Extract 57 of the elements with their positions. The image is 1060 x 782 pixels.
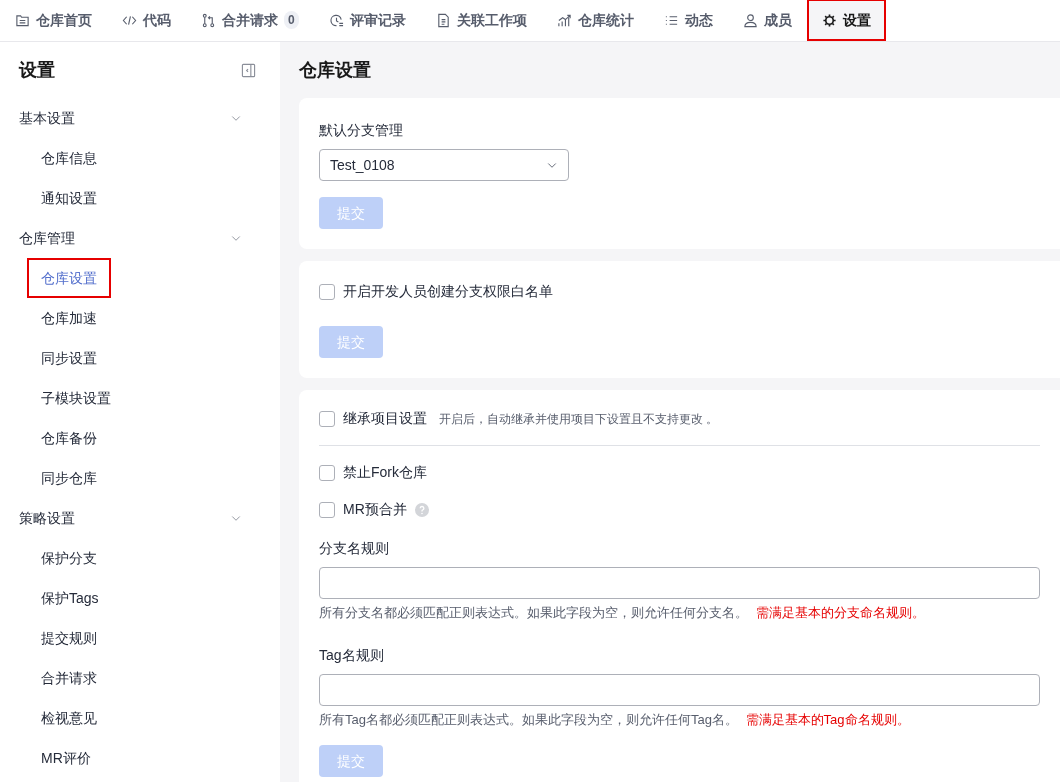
field-label: Tag名规则 <box>319 645 385 665</box>
tab[interactable]: 关联工作项 <box>420 0 542 41</box>
hint-text: 所有分支名都必须匹配正则表达式。如果此字段为空，则允许任何分支名。 需满足基本的分支命名规则。 <box>319 604 926 622</box>
tab[interactable]: 评审记录 <box>313 0 421 41</box>
hint-text: 所有Tag名都必须匹配正则表达式。如果此字段为空，则允许任何Tag名。 需满足基本的Tag命名规则。 <box>319 710 911 729</box>
text-input[interactable] <box>319 673 1040 706</box>
sidebar-item[interactable]: MR评价 <box>27 738 105 778</box>
text-input[interactable] <box>319 567 1040 599</box>
user-icon <box>742 12 758 28</box>
sidebar-item[interactable]: 仓库设置 <box>27 258 111 298</box>
field-label: 分支名规则 <box>319 539 390 558</box>
hint-text: 开启后，自动继承并使用项目下设置且不支持更改 。 <box>439 410 719 428</box>
tab[interactable]: 代码 <box>107 0 186 41</box>
tab[interactable]: 设置 <box>806 0 886 41</box>
rule-link[interactable]: 需满足基本的分支命名规则。 <box>755 605 925 620</box>
folder-icon <box>15 12 30 28</box>
sidebar-item[interactable]: 仓库信息 <box>27 138 111 178</box>
sidebar-item[interactable]: 同步设置 <box>27 338 111 378</box>
checkbox-label: 开启开发人员创建分支权限白名单 <box>343 282 553 301</box>
page-title: 仓库设置 <box>299 58 372 82</box>
sidebar-item[interactable]: 子模块设置 <box>27 378 125 418</box>
document-icon <box>435 12 451 28</box>
sidebar-title: 设置 <box>19 58 55 82</box>
tab[interactable]: 仓库首页 <box>0 0 107 41</box>
sidebar-item[interactable]: 提交规则 <box>27 618 111 658</box>
rule-link[interactable]: 需满足基本的Tag命名规则。 <box>745 711 910 727</box>
count-badge: 0 <box>284 11 299 29</box>
branch-select[interactable]: Test_0108 <box>319 149 569 181</box>
sidebar-item[interactable]: 仓库加速 <box>27 298 111 338</box>
sidebar-item[interactable]: 仓库备份 <box>27 418 111 458</box>
sidebar-item[interactable]: 保护Tags <box>27 578 113 618</box>
sidebar-group[interactable]: 仓库管理 <box>0 218 280 258</box>
merge-request-icon <box>201 12 216 28</box>
sidebar-item[interactable]: 通知设置 <box>27 178 111 218</box>
gear-icon <box>821 12 837 28</box>
sidebar-item[interactable]: 保护分支 <box>27 538 111 578</box>
checkbox[interactable] <box>319 283 335 300</box>
tab[interactable]: 仓库统计 <box>541 0 649 41</box>
checkbox[interactable] <box>319 410 335 427</box>
sidebar-group[interactable]: 策略设置 <box>0 498 280 538</box>
help-icon[interactable] <box>414 502 429 517</box>
checkbox[interactable] <box>319 501 335 518</box>
checkbox-label: MR预合并 <box>343 500 407 519</box>
collapse-sidebar-icon[interactable] <box>241 62 256 78</box>
sidebar-item[interactable]: 同步仓库 <box>27 458 111 498</box>
tab[interactable]: 动态 <box>648 0 728 41</box>
chart-icon <box>556 12 572 28</box>
checkbox[interactable] <box>319 464 335 481</box>
checkbox-label: 继承项目设置 <box>343 409 427 428</box>
field-label: 默认分支管理 <box>319 121 404 140</box>
sidebar-item[interactable]: 合并请求 <box>27 658 111 698</box>
checkbox-label: 禁止Fork仓库 <box>343 463 427 482</box>
sidebar-group[interactable]: 基本设置 <box>0 98 280 138</box>
tab[interactable]: 合并请求 0 <box>186 0 314 41</box>
clock-icon <box>328 12 344 28</box>
sidebar-item[interactable]: 检视意见 <box>27 698 111 738</box>
tab[interactable]: 成员 <box>727 0 807 41</box>
